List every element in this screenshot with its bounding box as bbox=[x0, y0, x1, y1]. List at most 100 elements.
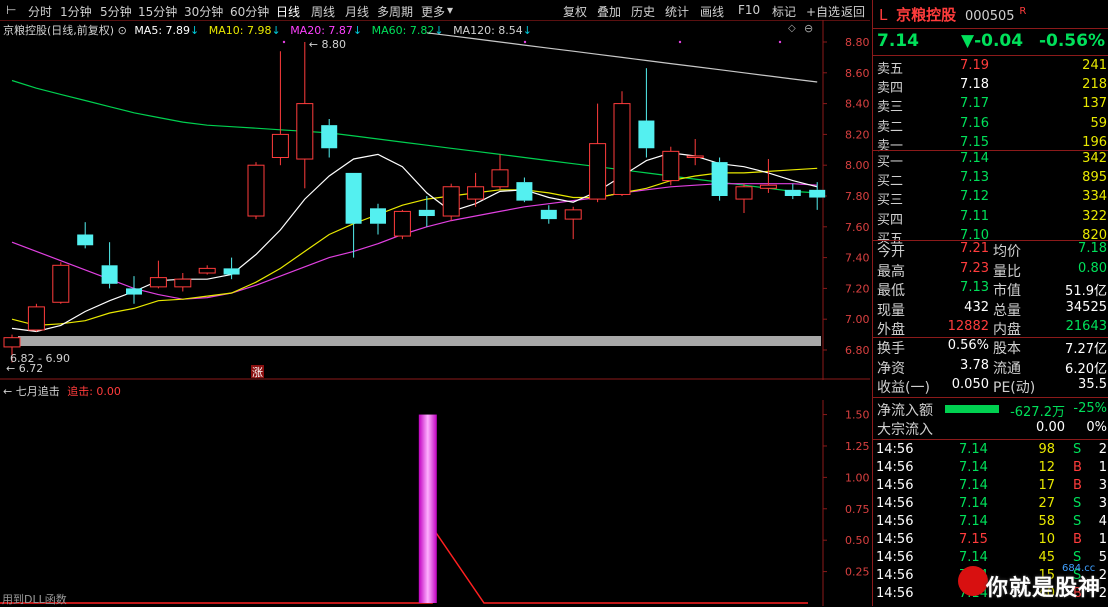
stat-label: 最低 bbox=[877, 283, 905, 299]
bid-label: 买四 bbox=[877, 212, 904, 228]
toolbar-action-4[interactable]: 画线 bbox=[700, 3, 724, 20]
period-tab-5[interactable]: 60分钟 bbox=[230, 3, 269, 20]
toolbar-action-3[interactable]: 统计 bbox=[665, 3, 689, 20]
bid-row-1[interactable]: 买二 7.13 895 bbox=[873, 169, 1108, 189]
tick-count: 3 bbox=[1098, 478, 1107, 493]
candle-8[interactable] bbox=[198, 265, 216, 275]
candle-6[interactable] bbox=[149, 260, 167, 289]
candle-body bbox=[735, 186, 753, 200]
period-tab-7[interactable]: 周线 bbox=[311, 3, 335, 20]
candle-21[interactable] bbox=[516, 177, 533, 203]
period-tab-6[interactable]: 日线 bbox=[276, 3, 300, 20]
stat-label: 总量 bbox=[993, 302, 1021, 319]
indicator-header: ← 七月追击 追击: 0.00 bbox=[3, 383, 121, 399]
candle-28[interactable] bbox=[686, 139, 704, 166]
candlestick-chart[interactable]: 8.80 8.60 8.40 8.20 8.00 7.80 7.60 7.40 7.20 7.00… bbox=[0, 20, 870, 380]
candle-10[interactable] bbox=[247, 162, 265, 220]
tick-price: 7.14 bbox=[959, 460, 988, 475]
indicator-name: 七月追击 bbox=[15, 385, 60, 398]
candle-16[interactable] bbox=[393, 209, 411, 240]
watermark-site: 684.cc bbox=[1062, 563, 1096, 574]
toolbar-action-8[interactable]: 返回 bbox=[841, 3, 865, 20]
toolbar-action-5[interactable]: F10 bbox=[738, 3, 760, 17]
stat-label: 市值 bbox=[993, 283, 1021, 299]
tick-side: B bbox=[1073, 478, 1082, 493]
period-tab-10[interactable]: 更多 bbox=[421, 3, 445, 20]
more-chevron-icon[interactable]: ▾ bbox=[447, 3, 453, 17]
price-tick-label: 7.40 bbox=[845, 252, 870, 265]
period-tab-4[interactable]: 30分钟 bbox=[184, 3, 223, 20]
ask-row-3[interactable]: 卖二 7.16 59 bbox=[873, 115, 1108, 135]
indicator-collapse-icon[interactable]: ← bbox=[3, 385, 12, 398]
period-tab-8[interactable]: 月线 bbox=[345, 3, 369, 20]
toolbar-back-icon[interactable]: ⊢ bbox=[6, 3, 16, 17]
tick-price: 7.14 bbox=[959, 550, 988, 565]
candle-1[interactable] bbox=[27, 303, 45, 332]
ask-label: 卖四 bbox=[877, 81, 904, 97]
period-tab-9[interactable]: 多周期 bbox=[377, 3, 413, 20]
toolbar-action-6[interactable]: 标记 bbox=[772, 3, 796, 20]
stock-name[interactable]: 京粮控股 bbox=[896, 6, 956, 24]
candle-29[interactable] bbox=[711, 157, 728, 201]
stat-value: 7.18 bbox=[1078, 241, 1107, 256]
marker-dot bbox=[282, 40, 286, 44]
toolbar-action-2[interactable]: 历史 bbox=[631, 3, 655, 20]
tick-row: 14:56 7.14 27 S 3 bbox=[873, 495, 1108, 513]
candle-body bbox=[686, 155, 704, 159]
ask-row-2[interactable]: 卖三 7.17 137 bbox=[873, 95, 1108, 115]
toolbar-action-7[interactable]: +自选 bbox=[806, 3, 840, 20]
candle-7[interactable] bbox=[174, 273, 192, 292]
candle-20[interactable] bbox=[491, 154, 509, 190]
candle-12[interactable] bbox=[296, 42, 314, 189]
candle-18[interactable] bbox=[442, 183, 460, 221]
indicator-series: 追击: 0.00 bbox=[67, 385, 121, 398]
tick-price: 7.14 bbox=[959, 514, 988, 529]
candle-30[interactable] bbox=[735, 183, 753, 213]
stat-label: 净资 bbox=[877, 360, 905, 377]
candle-32[interactable] bbox=[784, 183, 801, 200]
candle-31[interactable] bbox=[759, 159, 777, 193]
candle-13[interactable] bbox=[321, 119, 338, 158]
tick-count: 3 bbox=[1098, 496, 1107, 511]
indicator-chart[interactable]: 1.50 1.25 1.00 0.75 0.50 0.25 bbox=[0, 400, 870, 606]
candle-19[interactable] bbox=[467, 172, 485, 207]
price-tick-label: 8.00 bbox=[845, 159, 870, 172]
candle-14[interactable] bbox=[345, 172, 362, 258]
bid-row-4[interactable]: 买五 7.10 820 bbox=[873, 227, 1108, 247]
period-tab-1[interactable]: 1分钟 bbox=[60, 3, 92, 20]
toolbar-action-0[interactable]: 复权 bbox=[563, 3, 587, 20]
stock-code: 000505 bbox=[964, 9, 1015, 24]
period-tab-0[interactable]: 分时 bbox=[28, 3, 52, 20]
tick-volume: 45 bbox=[1038, 550, 1055, 565]
ask-row-1[interactable]: 卖四 7.18 218 bbox=[873, 76, 1108, 97]
stat-label: 收益(一) bbox=[877, 380, 930, 396]
net-inflow-bar bbox=[945, 405, 999, 413]
candle-22[interactable] bbox=[540, 205, 557, 224]
price-change-pct: -0.56% bbox=[1038, 31, 1105, 51]
bid-row-2[interactable]: 买三 7.12 334 bbox=[873, 188, 1108, 208]
candle-body bbox=[370, 208, 386, 224]
candle-23[interactable] bbox=[564, 206, 582, 240]
ask-price: 7.19 bbox=[960, 58, 989, 73]
candle-15[interactable] bbox=[370, 203, 386, 235]
toolbar-action-1[interactable]: 叠加 bbox=[597, 3, 621, 20]
bid-row-0[interactable]: 买一 7.14 342 bbox=[873, 150, 1108, 170]
indicator-tick-label: 0.50 bbox=[845, 534, 870, 547]
candle-25[interactable] bbox=[613, 91, 631, 196]
bid-row-3[interactable]: 买四 7.11 322 bbox=[873, 208, 1108, 228]
candle-body bbox=[711, 162, 728, 196]
period-tab-2[interactable]: 5分钟 bbox=[100, 3, 132, 20]
candle-5[interactable] bbox=[126, 276, 142, 304]
candle-4[interactable] bbox=[101, 242, 118, 289]
indicator-tick-label: 0.75 bbox=[845, 503, 870, 516]
period-tab-3[interactable]: 15分钟 bbox=[138, 3, 177, 20]
low-annotation: ← 6.72 bbox=[6, 362, 43, 375]
candle-27[interactable] bbox=[662, 146, 680, 186]
candle-11[interactable] bbox=[271, 51, 289, 166]
candle-3[interactable] bbox=[77, 222, 94, 249]
candle-24[interactable] bbox=[589, 103, 607, 203]
ask-row-0[interactable]: 卖五 7.19 241 bbox=[873, 57, 1108, 77]
candle-2[interactable] bbox=[52, 262, 70, 304]
candle-26[interactable] bbox=[638, 68, 655, 158]
ma20-line bbox=[11, 183, 818, 300]
